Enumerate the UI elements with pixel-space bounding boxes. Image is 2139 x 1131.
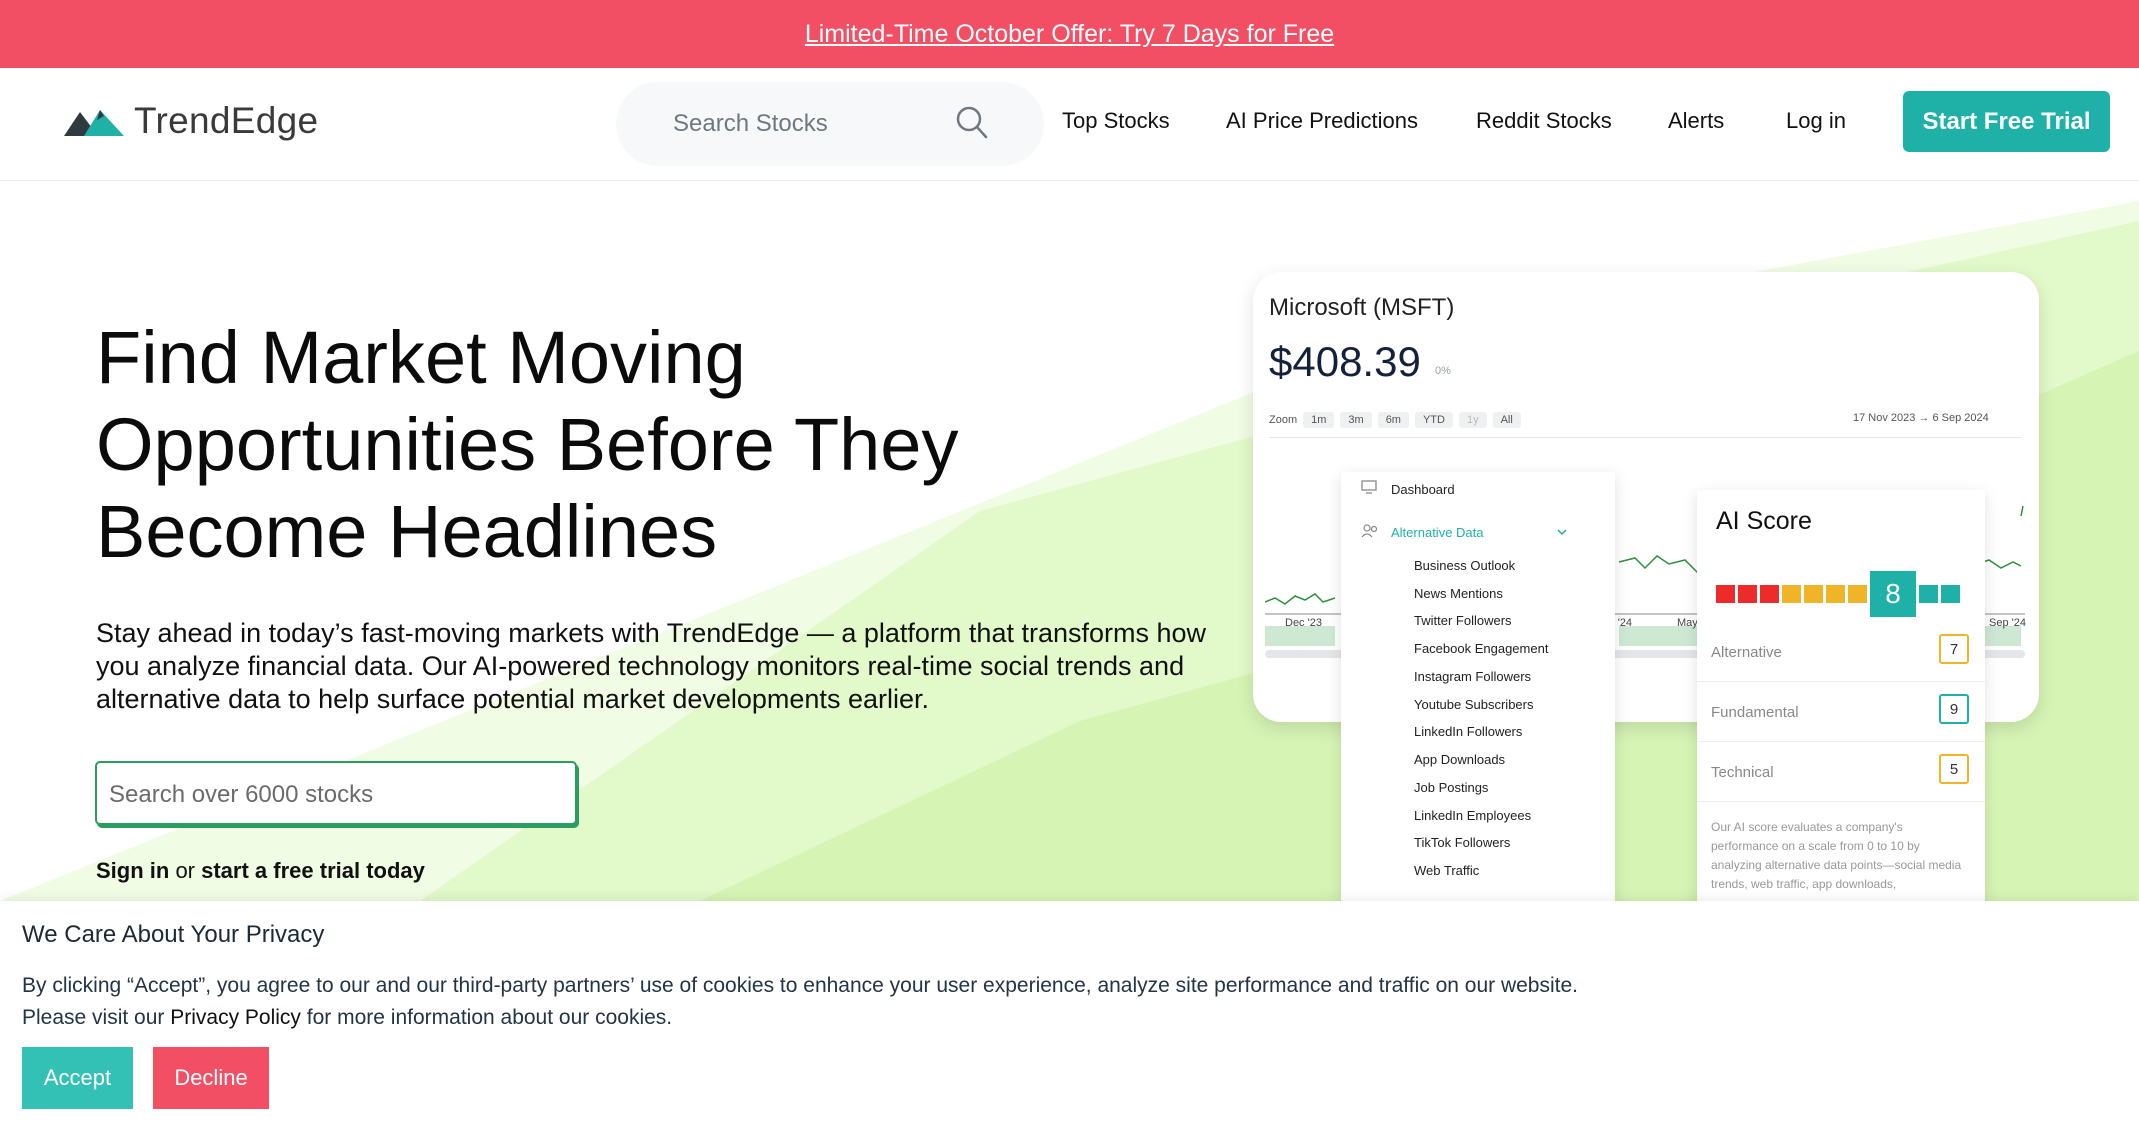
zoom-label: Zoom: [1269, 414, 1298, 426]
stock-title: Microsoft (MSFT): [1269, 294, 1455, 321]
alternative-data-menu: Dashboard Alternative Data Business Outl…: [1341, 472, 1615, 902]
menu-item[interactable]: App Downloads: [1414, 752, 1505, 767]
score-row-label: Technical: [1711, 764, 1774, 781]
zoom-controls: Zoom 1m 3m 6m YTD 1y All: [1269, 412, 1521, 428]
zoom-ytd-button[interactable]: YTD: [1414, 412, 1453, 428]
ai-score-title: AI Score: [1716, 507, 1812, 535]
meter-segment: [1738, 585, 1757, 603]
hero-title-line: Become Headlines: [96, 490, 718, 573]
users-icon: [1361, 524, 1378, 538]
logo-text: TrendEdge: [134, 100, 319, 141]
zoom-1m-button[interactable]: 1m: [1303, 412, 1335, 428]
promo-link[interactable]: Limited-Time October Offer: Try 7 Days f…: [805, 20, 1334, 49]
ai-score-value: 8: [1870, 571, 1916, 617]
zoom-3m-button[interactable]: 3m: [1340, 412, 1372, 428]
zoom-all-button[interactable]: All: [1492, 412, 1521, 428]
ai-score-meter: 8: [1716, 571, 1960, 617]
menu-item[interactable]: Business Outlook: [1414, 558, 1515, 573]
stock-change: 0%: [1435, 365, 1451, 377]
score-row-value: 5: [1939, 754, 1969, 784]
menu-item[interactable]: Job Postings: [1414, 780, 1488, 795]
score-row-value: 7: [1939, 634, 1969, 664]
zoom-6m-button[interactable]: 6m: [1377, 412, 1409, 428]
axis-label: May: [1677, 617, 1698, 629]
menu-item[interactable]: Twitter Followers: [1414, 613, 1512, 628]
cookie-body-line: By clicking “Accept”, you agree to our a…: [22, 974, 1578, 997]
nav-reddit-stocks[interactable]: Reddit Stocks: [1476, 108, 1612, 134]
score-row-alternative: Alternative 7: [1697, 622, 1985, 682]
nav-ai-price-predictions[interactable]: AI Price Predictions: [1226, 108, 1418, 134]
privacy-policy-link[interactable]: Privacy Policy: [170, 1006, 301, 1029]
header-search-input[interactable]: Search Stocks: [616, 82, 1044, 166]
logo-mountain-icon: [64, 110, 124, 136]
monitor-icon: [1361, 480, 1377, 494]
ai-score-panel: AI Score 8 Alternative 7 Fundamental 9 T…: [1697, 490, 1985, 910]
cookie-body-line: Please visit our Privacy Policy for more…: [22, 1002, 1722, 1034]
hero-title: Find Market Moving Opportunities Before …: [96, 314, 1096, 575]
axis-label: Sep '24: [1989, 617, 2026, 629]
search-icon[interactable]: [956, 106, 988, 140]
menu-item[interactable]: Instagram Followers: [1414, 669, 1531, 684]
start-free-trial-button[interactable]: Start Free Trial: [1903, 91, 2110, 152]
cookie-banner: We Care About Your Privacy By clicking “…: [0, 901, 2139, 1131]
meter-segment: [1716, 585, 1735, 603]
signin-link[interactable]: Sign in: [96, 858, 169, 883]
cookie-body: By clicking “Accept”, you agree to our a…: [22, 970, 1722, 1034]
hero-subtitle: Stay ahead in today’s fast-moving market…: [96, 618, 1207, 714]
menu-item[interactable]: Facebook Engagement: [1414, 641, 1548, 656]
meter-segment: [1760, 585, 1779, 603]
chart-divider: [1269, 437, 2021, 438]
menu-dashboard[interactable]: Dashboard: [1391, 482, 1455, 497]
signin-or: or: [169, 858, 202, 883]
meter-segment: [1919, 585, 1938, 603]
zoom-1y-button[interactable]: 1y: [1458, 412, 1487, 428]
score-row-label: Fundamental: [1711, 704, 1799, 721]
menu-item[interactable]: Youtube Subscribers: [1414, 697, 1534, 712]
meter-segment: [1826, 585, 1845, 603]
ai-score-description: Our AI score evaluates a company's perfo…: [1711, 820, 1962, 891]
menu-item[interactable]: Web Traffic: [1414, 863, 1479, 878]
meter-segment: [1848, 585, 1867, 603]
hero-search-placeholder: Search over 6000 stocks: [109, 781, 374, 808]
accept-button[interactable]: Accept: [22, 1047, 133, 1109]
free-trial-link[interactable]: start a free trial today: [201, 858, 425, 883]
header-search-placeholder: Search Stocks: [673, 110, 828, 137]
cookie-body-text: for more information about our cookies.: [300, 1006, 673, 1029]
score-row-technical: Technical 5: [1697, 742, 1985, 802]
score-row-fundamental: Fundamental 9: [1697, 682, 1985, 742]
chevron-down-icon[interactable]: [1557, 528, 1567, 536]
hero-title-line: Opportunities Before They: [96, 403, 959, 486]
score-row-value: 9: [1939, 694, 1969, 724]
menu-item[interactable]: News Mentions: [1414, 586, 1503, 601]
nav-top-stocks[interactable]: Top Stocks: [1062, 108, 1170, 134]
meter-segment: [1804, 585, 1823, 603]
logo[interactable]: TrendEdge: [64, 100, 318, 142]
menu-alternative-data[interactable]: Alternative Data: [1391, 525, 1484, 540]
stock-price: $408.39: [1269, 338, 1421, 385]
nav-alerts[interactable]: Alerts: [1668, 108, 1724, 134]
hero-search-input[interactable]: Search over 6000 stocks: [95, 761, 577, 825]
date-range: 17 Nov 2023 → 6 Sep 2024: [1853, 412, 1989, 424]
axis-label: Dec '23: [1285, 617, 1322, 629]
site-header: TrendEdge Search Stocks Top Stocks AI Pr…: [0, 68, 2139, 181]
score-row-label: Alternative: [1711, 644, 1782, 661]
decline-button[interactable]: Decline: [153, 1047, 269, 1109]
menu-item[interactable]: LinkedIn Employees: [1414, 808, 1531, 823]
promo-bar: Limited-Time October Offer: Try 7 Days f…: [0, 0, 2139, 68]
menu-item[interactable]: TikTok Followers: [1414, 835, 1510, 850]
nav-log-in[interactable]: Log in: [1786, 108, 1846, 134]
signin-line: Sign in or start a free trial today: [96, 858, 425, 884]
hero-title-line: Find Market Moving: [96, 316, 746, 399]
meter-segment: [1941, 585, 1960, 603]
cookie-body-text: Please visit our: [22, 1006, 171, 1029]
menu-item[interactable]: LinkedIn Followers: [1414, 724, 1522, 739]
meter-segment: [1782, 585, 1801, 603]
cookie-title: We Care About Your Privacy: [22, 921, 325, 948]
